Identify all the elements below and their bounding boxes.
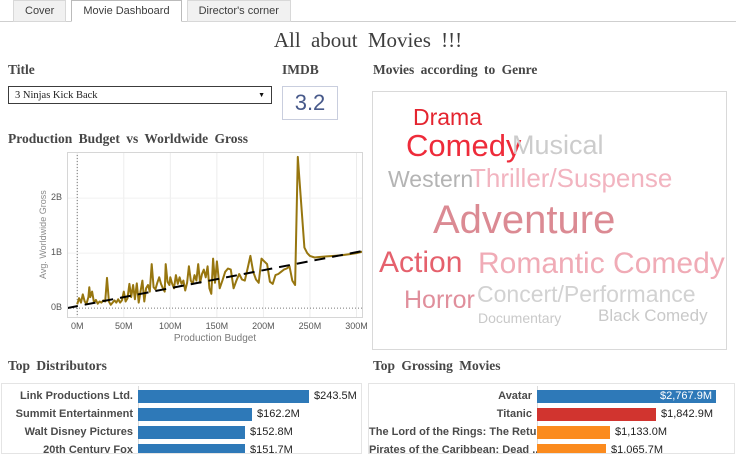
bar-category-label: Pirates of the Caribbean: Dead .. bbox=[369, 444, 537, 454]
genre-word-comedy[interactable]: Comedy bbox=[406, 130, 521, 161]
y-axis-title: Avg. Worldwide Gross bbox=[38, 190, 48, 280]
bar-area: $152.8M bbox=[138, 425, 361, 439]
genre-word-horror[interactable]: Horror bbox=[404, 288, 475, 313]
bar-area: $1,065.7M bbox=[537, 443, 734, 454]
top-grossing-chart: Avatar $2,767.9M Titanic $1,842.9M The Lord … bbox=[368, 383, 735, 454]
bar-value-label: $151.7M bbox=[250, 444, 293, 454]
genre-wordcloud: Drama Comedy Musical Western Thriller/Suspen… bbox=[372, 91, 727, 350]
page-title: All about Movies !!! bbox=[273, 28, 463, 52]
imdb-label: IMDB bbox=[282, 62, 319, 77]
top-grossing-title: Top Grossing Movies bbox=[373, 358, 501, 373]
bar-value-label: $1,065.7M bbox=[611, 444, 663, 454]
bar-category-label: Avatar bbox=[498, 390, 532, 402]
bar-area: $243.5M bbox=[138, 389, 361, 403]
bar-category-label: Titanic bbox=[496, 408, 532, 420]
bar-value-label: $1,842.9M bbox=[661, 408, 713, 420]
genre-word-thriller-suspense[interactable]: Thriller/Suspense bbox=[470, 165, 672, 191]
bar-row-titanic: Titanic $1,842.9M bbox=[369, 405, 734, 423]
dropdown-arrow-icon: ▼ bbox=[258, 91, 265, 99]
x-tick: 200M bbox=[252, 321, 275, 331]
x-tick: 0M bbox=[70, 321, 84, 331]
top-distributors-chart: Link Productions Ltd. $243.5M Summit Enter… bbox=[1, 383, 362, 454]
genre-word-concert-performance[interactable]: Concert/Performance bbox=[477, 283, 696, 306]
x-tick: 300M bbox=[345, 321, 368, 331]
imdb-kpi-value: 3.2 bbox=[282, 86, 338, 120]
bar-walt-disney-pictures[interactable] bbox=[138, 425, 245, 439]
bar-row-avatar: Avatar $2,767.9M bbox=[369, 387, 734, 405]
bar-row-walt-disney-pictures: Walt Disney Pictures $152.8M bbox=[2, 423, 361, 441]
bar-area: $1,842.9M bbox=[537, 407, 734, 421]
top-distributors-title: Top Distributors bbox=[8, 358, 107, 373]
bar-pirates-of-the-caribbean-dead[interactable] bbox=[537, 443, 606, 453]
genre-word-action[interactable]: Action bbox=[379, 248, 462, 278]
genre-cloud-title: Movies according to Genre bbox=[373, 62, 538, 77]
bar-area: $151.7M bbox=[138, 443, 361, 454]
genre-word-romantic-comedy[interactable]: Romantic Comedy bbox=[478, 249, 725, 279]
bar-avatar[interactable]: $2,767.9M bbox=[537, 389, 716, 403]
title-filter-dropdown[interactable]: 3 Ninjas Kick Back ▼ bbox=[8, 86, 272, 104]
budget-gross-chart-title: Production Budget vs Worldwide Gross bbox=[8, 131, 249, 146]
plot-border bbox=[67, 152, 363, 318]
bar-area: $162.2M bbox=[138, 407, 361, 421]
genre-word-drama[interactable]: Drama bbox=[413, 106, 482, 129]
genre-word-adventure[interactable]: Adventure bbox=[433, 200, 615, 240]
title-filter-value: 3 Ninjas Kick Back bbox=[15, 89, 98, 101]
y-tick: 0B bbox=[50, 302, 62, 313]
bar-row-link-productions-ltd: Link Productions Ltd. $243.5M bbox=[2, 387, 361, 405]
tab-bar: Cover Movie Dashboard Director's corner bbox=[0, 0, 736, 22]
bar-category-label: The Lord of the Rings: The Retu.. bbox=[369, 426, 537, 438]
bar-20th-century-fox[interactable] bbox=[138, 443, 245, 453]
budget-gross-plot[interactable] bbox=[67, 152, 363, 318]
bar-row-20th-century-fox: 20th Century Fox $151.7M bbox=[2, 441, 361, 454]
x-tick: 100M bbox=[159, 321, 182, 331]
bar-row-pirates-of-the-caribbean-dead: Pirates of the Caribbean: Dead .. $1,065.… bbox=[369, 441, 734, 454]
bar-value-label: $243.5M bbox=[314, 390, 357, 402]
bar-the-lord-of-the-rings-the-retu[interactable] bbox=[537, 425, 610, 439]
y-tick: 1B bbox=[50, 247, 62, 258]
x-tick: 250M bbox=[298, 321, 322, 331]
genre-word-western[interactable]: Western bbox=[388, 168, 473, 191]
tab-director-s-corner[interactable]: Director's corner bbox=[186, 0, 291, 22]
bar-area: $2,767.9M bbox=[537, 389, 734, 403]
bar-area: $1,133.0M bbox=[537, 425, 734, 439]
filter-label: Title bbox=[8, 62, 35, 77]
bar-summit-entertainment[interactable] bbox=[138, 407, 252, 421]
bar-value-label: $2,767.9M bbox=[660, 390, 712, 402]
bar-row-summit-entertainment: Summit Entertainment $162.2M bbox=[2, 405, 361, 423]
x-axis-title: Production Budget bbox=[173, 333, 257, 344]
bar-titanic[interactable] bbox=[537, 407, 656, 421]
bar-value-label: $152.8M bbox=[250, 426, 293, 438]
bar-value-label: $1,133.0M bbox=[615, 426, 667, 438]
y-tick: 2B bbox=[50, 192, 62, 203]
x-tick: 50M bbox=[115, 321, 133, 331]
tab-cover[interactable]: Cover bbox=[13, 0, 67, 22]
bar-link-productions-ltd[interactable] bbox=[138, 389, 309, 403]
gross-line-series[interactable] bbox=[76, 155, 363, 306]
trend-line bbox=[67, 249, 363, 310]
bar-category-label: Walt Disney Pictures bbox=[24, 426, 133, 438]
x-tick: 150M bbox=[205, 321, 229, 331]
bar-category-label: Summit Entertainment bbox=[15, 408, 133, 420]
bar-category-label: 20th Century Fox bbox=[43, 444, 133, 454]
bar-value-label: $162.2M bbox=[257, 408, 300, 420]
tab-movie-dashboard[interactable]: Movie Dashboard bbox=[71, 0, 182, 22]
genre-word-musical[interactable]: Musical bbox=[512, 132, 604, 159]
bar-category-label: Link Productions Ltd. bbox=[19, 390, 133, 402]
bar-row-the-lord-of-the-rings-the-retu: The Lord of the Rings: The Retu.. $1,133.… bbox=[369, 423, 734, 441]
genre-word-documentary[interactable]: Documentary bbox=[478, 311, 561, 325]
genre-word-black-comedy[interactable]: Black Comedy bbox=[598, 307, 708, 324]
